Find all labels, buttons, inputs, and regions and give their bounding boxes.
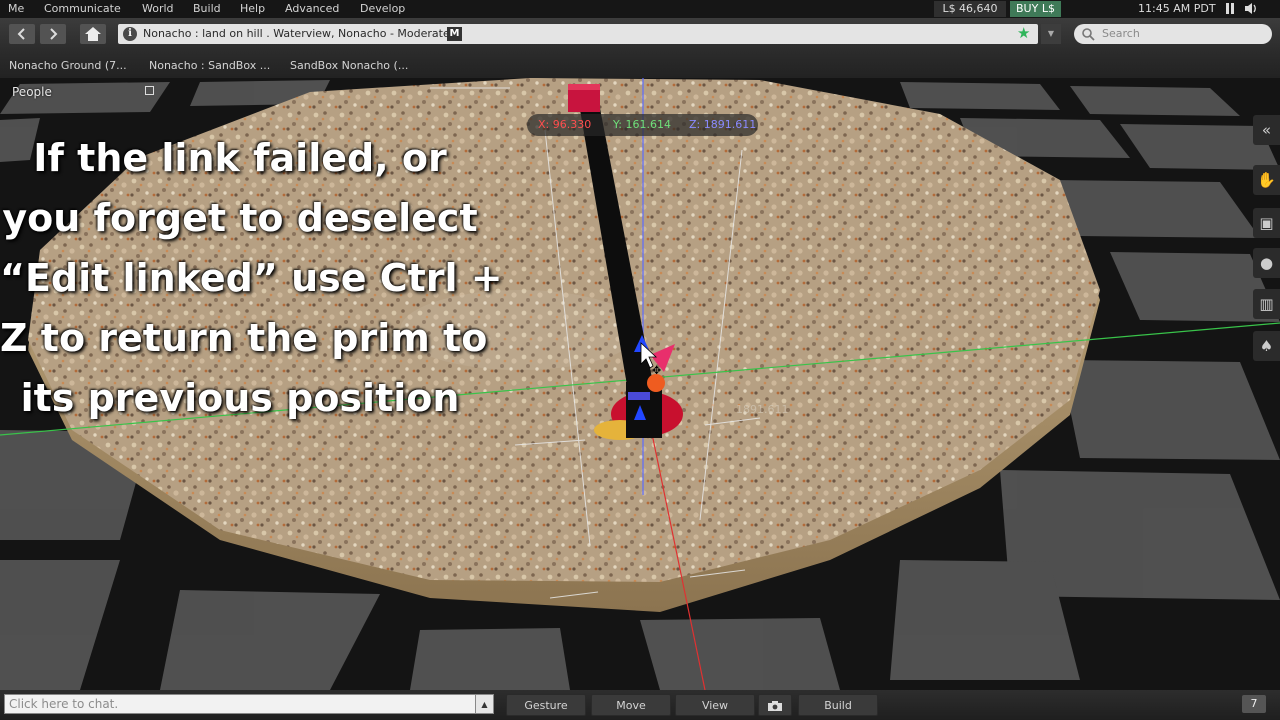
volume-icon[interactable] (1244, 2, 1258, 18)
home-icon (85, 27, 101, 41)
people-panel-title[interactable]: People (12, 85, 52, 99)
coord-z: Z: 1891.611 (689, 118, 757, 131)
instruction-line: you forget to deselect (2, 196, 478, 240)
favorite-item[interactable]: SandBox Nonacho (... (290, 59, 408, 72)
favorites-bar: Nonacho Ground (7... Nonacho : SandBox .… (0, 50, 1280, 78)
menu-build[interactable]: Build (193, 2, 221, 15)
bottom-toolbar: Click here to chat. ▲ Gesture Move View … (0, 690, 1280, 720)
detach-panel-icon[interactable] (145, 86, 154, 95)
favorite-item[interactable]: Nonacho Ground (7... (9, 59, 127, 72)
clock: 11:45 AM PDT (1138, 2, 1216, 15)
buy-currency-button[interactable]: BUY L$ (1010, 1, 1061, 17)
back-button[interactable] (9, 24, 35, 44)
search-placeholder: Search (1102, 27, 1140, 40)
menu-develop[interactable]: Develop (360, 2, 405, 15)
menu-world[interactable]: World (142, 2, 174, 15)
menu-communicate[interactable]: Communicate (44, 2, 121, 15)
inventory-suitcase-icon[interactable]: ▥ (1253, 289, 1280, 319)
forward-button[interactable] (40, 24, 66, 44)
places-pin-icon[interactable]: ● (1253, 248, 1280, 278)
appearance-shirt-icon[interactable]: ♠ (1253, 331, 1280, 361)
chevron-right-icon (50, 28, 58, 40)
info-icon[interactable]: i (123, 27, 137, 41)
instruction-line: If the link failed, or (33, 136, 447, 180)
location-text: Nonacho : land on hill . Waterview, Nona… (143, 27, 450, 40)
instruction-line: “Edit linked” use Ctrl + (0, 256, 503, 300)
view-button[interactable]: View (675, 694, 755, 716)
instruction-line: its previous position (20, 376, 460, 420)
gesture-button[interactable]: Gesture (506, 694, 586, 716)
coord-x: X: 96.330 (538, 118, 592, 131)
linden-balance[interactable]: L$ 46,640 (934, 1, 1006, 17)
menu-advanced[interactable]: Advanced (285, 2, 339, 15)
favorite-star-icon[interactable]: ★ (1017, 24, 1030, 42)
pause-media-icon[interactable] (1226, 3, 1234, 14)
favorite-item[interactable]: Nonacho : SandBox ... (149, 59, 270, 72)
coord-y: Y: 161.614 (613, 118, 671, 131)
chat-history-arrow-icon[interactable]: ▲ (476, 694, 494, 714)
camera-icon (768, 701, 782, 711)
collapse-sidebar-icon[interactable]: « (1253, 115, 1280, 145)
instruction-overlay: If the link failed, or you forget to des… (0, 128, 503, 428)
navigation-bar: i Nonacho : land on hill . Waterview, No… (0, 18, 1280, 50)
build-button[interactable]: Build (798, 694, 878, 716)
notifications-badge[interactable]: 7 (1242, 695, 1266, 713)
menu-help[interactable]: Help (240, 2, 265, 15)
move-button[interactable]: Move (591, 694, 671, 716)
coordinate-readout: X: 96.330 Y: 161.614 Z: 1891.611 (527, 114, 758, 136)
location-bar[interactable]: i Nonacho : land on hill . Waterview, No… (118, 24, 1038, 44)
home-button[interactable] (80, 24, 106, 44)
menu-me[interactable]: Me (8, 2, 24, 15)
snapshot-button[interactable] (758, 694, 792, 716)
people-hand-icon[interactable]: ✋ (1253, 165, 1280, 195)
location-history-dropdown[interactable]: ▼ (1041, 24, 1061, 44)
chat-input[interactable]: Click here to chat. (4, 694, 476, 714)
floor-measure-label: 1891.611 (736, 403, 789, 416)
maturity-badge: M (447, 27, 462, 41)
instruction-line: Z to return the prim to (0, 316, 488, 360)
chevron-left-icon (17, 28, 25, 40)
menu-bar: Me Communicate World Build Help Advanced… (0, 0, 1280, 18)
search-icon (1082, 28, 1095, 41)
svg-text:✥: ✥ (652, 364, 661, 377)
search-field[interactable]: Search (1074, 24, 1272, 44)
profile-card-icon[interactable]: ▣ (1253, 208, 1280, 238)
